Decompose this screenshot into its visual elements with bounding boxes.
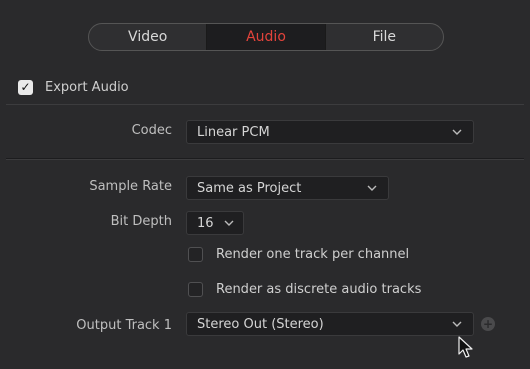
tab-audio[interactable]: Audio — [206, 24, 325, 50]
render-discrete-row[interactable]: Render as discrete audio tracks — [188, 282, 421, 297]
chevron-down-icon — [367, 185, 377, 191]
codec-select[interactable]: Linear PCM — [186, 120, 474, 144]
tab-video[interactable]: Video — [89, 24, 206, 50]
chevron-down-icon — [452, 321, 462, 327]
export-audio-row[interactable]: ✓ Export Audio — [18, 80, 129, 95]
export-audio-checkbox[interactable]: ✓ — [18, 80, 33, 95]
bit-depth-label: Bit Depth — [110, 214, 172, 229]
sample-rate-label: Sample Rate — [89, 179, 172, 194]
render-one-track-label: Render one track per channel — [216, 247, 410, 262]
sample-rate-value: Same as Project — [197, 180, 302, 196]
divider — [6, 159, 524, 160]
sample-rate-select[interactable]: Same as Project — [186, 176, 389, 200]
chevron-down-icon — [224, 220, 234, 226]
render-one-track-checkbox[interactable] — [188, 247, 203, 262]
divider — [6, 104, 524, 105]
chevron-down-icon — [452, 129, 462, 135]
tab-bar: Video Audio File — [88, 23, 444, 51]
plus-icon[interactable]: + — [481, 317, 495, 331]
render-one-track-row[interactable]: Render one track per channel — [188, 247, 409, 262]
codec-value: Linear PCM — [197, 124, 270, 140]
render-discrete-checkbox[interactable] — [188, 282, 203, 297]
output-track-select[interactable]: Stereo Out (Stereo) — [186, 312, 474, 336]
export-audio-label: Export Audio — [45, 80, 129, 95]
checkmark-icon: ✓ — [20, 80, 31, 94]
output-track-value: Stereo Out (Stereo) — [197, 316, 324, 332]
output-track-label: Output Track 1 — [76, 318, 172, 333]
mouse-pointer-icon — [458, 336, 473, 358]
bit-depth-value: 16 — [197, 215, 214, 231]
tab-file[interactable]: File — [324, 24, 443, 50]
bit-depth-select[interactable]: 16 — [186, 211, 244, 235]
render-discrete-label: Render as discrete audio tracks — [216, 282, 422, 297]
codec-label: Codec — [131, 123, 172, 138]
